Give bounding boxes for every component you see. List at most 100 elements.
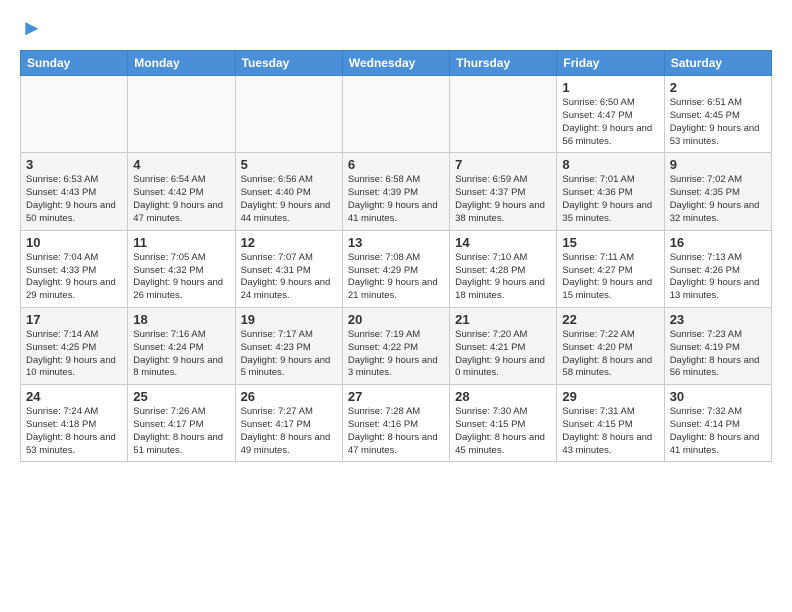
weekday-header-sunday: Sunday <box>21 51 128 76</box>
calendar-cell: 28 Sunrise: 7:30 AM Sunset: 4:15 PM Dayli… <box>450 385 557 462</box>
day-number: 4 <box>133 157 229 172</box>
weekday-header-thursday: Thursday <box>450 51 557 76</box>
day-number: 23 <box>670 312 766 327</box>
day-number: 6 <box>348 157 444 172</box>
day-number: 2 <box>670 80 766 95</box>
day-number: 1 <box>562 80 658 95</box>
day-info: Sunrise: 6:56 AM Sunset: 4:40 PM Dayligh… <box>241 174 337 225</box>
logo: ► <box>20 16 43 40</box>
calendar-cell: 21 Sunrise: 7:20 AM Sunset: 4:21 PM Dayli… <box>450 307 557 384</box>
calendar-cell: 22Sunrise: 7:22 AM Sunset: 4:20 PM Dayli… <box>557 307 664 384</box>
day-info: Sunrise: 7:07 AM Sunset: 4:31 PM Dayligh… <box>241 252 337 303</box>
day-info: Sunrise: 7:13 AM Sunset: 4:26 PM Dayligh… <box>670 252 766 303</box>
calendar-cell: 29 Sunrise: 7:31 AM Sunset: 4:15 PM Dayli… <box>557 385 664 462</box>
day-info: Sunrise: 6:58 AM Sunset: 4:39 PM Dayligh… <box>348 174 444 225</box>
day-info: Sunrise: 7:19 AM Sunset: 4:22 PM Dayligh… <box>348 329 444 380</box>
day-info: Sunrise: 7:10 AM Sunset: 4:28 PM Dayligh… <box>455 252 551 303</box>
day-number: 9 <box>670 157 766 172</box>
day-number: 27 <box>348 389 444 404</box>
day-info: Sunrise: 7:27 AM Sunset: 4:17 PM Dayligh… <box>241 406 337 457</box>
day-info: Sunrise: 6:54 AM Sunset: 4:42 PM Dayligh… <box>133 174 229 225</box>
day-number: 25 <box>133 389 229 404</box>
day-number: 14 <box>455 235 551 250</box>
calendar-cell: 18Sunrise: 7:16 AM Sunset: 4:24 PM Dayli… <box>128 307 235 384</box>
day-number: 13 <box>348 235 444 250</box>
calendar-cell: 4 Sunrise: 6:54 AM Sunset: 4:42 PM Daylig… <box>128 153 235 230</box>
calendar-cell <box>342 76 449 153</box>
calendar-cell <box>128 76 235 153</box>
day-number: 26 <box>241 389 337 404</box>
day-info: Sunrise: 7:32 AM Sunset: 4:14 PM Dayligh… <box>670 406 766 457</box>
calendar-cell: 12 Sunrise: 7:07 AM Sunset: 4:31 PM Dayli… <box>235 230 342 307</box>
page: ► SundayMondayTuesdayWednesdayThursdayFr… <box>0 0 792 478</box>
calendar-cell: 26 Sunrise: 7:27 AM Sunset: 4:17 PM Dayli… <box>235 385 342 462</box>
calendar-cell: 20 Sunrise: 7:19 AM Sunset: 4:22 PM Dayli… <box>342 307 449 384</box>
weekday-header-friday: Friday <box>557 51 664 76</box>
calendar-cell: 5 Sunrise: 6:56 AM Sunset: 4:40 PM Daylig… <box>235 153 342 230</box>
day-info: Sunrise: 6:53 AM Sunset: 4:43 PM Dayligh… <box>26 174 122 225</box>
day-info: Sunrise: 7:20 AM Sunset: 4:21 PM Dayligh… <box>455 329 551 380</box>
weekday-header-saturday: Saturday <box>664 51 771 76</box>
day-info: Sunrise: 6:59 AM Sunset: 4:37 PM Dayligh… <box>455 174 551 225</box>
calendar-cell <box>450 76 557 153</box>
calendar-cell: 15 Sunrise: 7:11 AM Sunset: 4:27 PM Dayli… <box>557 230 664 307</box>
day-info: Sunrise: 7:02 AM Sunset: 4:35 PM Dayligh… <box>670 174 766 225</box>
day-info: Sunrise: 7:05 AM Sunset: 4:32 PM Dayligh… <box>133 252 229 303</box>
day-info: Sunrise: 7:28 AM Sunset: 4:16 PM Dayligh… <box>348 406 444 457</box>
weekday-header-monday: Monday <box>128 51 235 76</box>
calendar-cell: 10Sunrise: 7:04 AM Sunset: 4:33 PM Dayli… <box>21 230 128 307</box>
header: ► <box>20 16 772 40</box>
week-row-4: 17Sunrise: 7:14 AM Sunset: 4:25 PM Dayli… <box>21 307 772 384</box>
week-row-1: 1 Sunrise: 6:50 AM Sunset: 4:47 PM Daylig… <box>21 76 772 153</box>
calendar-cell: 27 Sunrise: 7:28 AM Sunset: 4:16 PM Dayli… <box>342 385 449 462</box>
day-info: Sunrise: 7:11 AM Sunset: 4:27 PM Dayligh… <box>562 252 658 303</box>
logo-icon: ► <box>21 15 43 40</box>
week-row-2: 3 Sunrise: 6:53 AM Sunset: 4:43 PM Daylig… <box>21 153 772 230</box>
day-number: 28 <box>455 389 551 404</box>
calendar-cell <box>21 76 128 153</box>
weekday-header-wednesday: Wednesday <box>342 51 449 76</box>
day-number: 20 <box>348 312 444 327</box>
day-info: Sunrise: 7:30 AM Sunset: 4:15 PM Dayligh… <box>455 406 551 457</box>
day-number: 3 <box>26 157 122 172</box>
day-info: Sunrise: 7:01 AM Sunset: 4:36 PM Dayligh… <box>562 174 658 225</box>
day-number: 7 <box>455 157 551 172</box>
calendar-cell: 30Sunrise: 7:32 AM Sunset: 4:14 PM Dayli… <box>664 385 771 462</box>
calendar-cell: 8 Sunrise: 7:01 AM Sunset: 4:36 PM Daylig… <box>557 153 664 230</box>
day-info: Sunrise: 7:04 AM Sunset: 4:33 PM Dayligh… <box>26 252 122 303</box>
day-number: 12 <box>241 235 337 250</box>
day-info: Sunrise: 7:26 AM Sunset: 4:17 PM Dayligh… <box>133 406 229 457</box>
day-number: 15 <box>562 235 658 250</box>
calendar-cell: 13 Sunrise: 7:08 AM Sunset: 4:29 PM Dayli… <box>342 230 449 307</box>
weekday-header-tuesday: Tuesday <box>235 51 342 76</box>
calendar-cell: 1 Sunrise: 6:50 AM Sunset: 4:47 PM Daylig… <box>557 76 664 153</box>
weekday-header-row: SundayMondayTuesdayWednesdayThursdayFrid… <box>21 51 772 76</box>
day-number: 24 <box>26 389 122 404</box>
week-row-5: 24 Sunrise: 7:24 AM Sunset: 4:18 PM Dayli… <box>21 385 772 462</box>
calendar-cell: 7 Sunrise: 6:59 AM Sunset: 4:37 PM Daylig… <box>450 153 557 230</box>
calendar-cell: 19 Sunrise: 7:17 AM Sunset: 4:23 PM Dayli… <box>235 307 342 384</box>
day-info: Sunrise: 7:17 AM Sunset: 4:23 PM Dayligh… <box>241 329 337 380</box>
calendar-cell: 6 Sunrise: 6:58 AM Sunset: 4:39 PM Daylig… <box>342 153 449 230</box>
day-info: Sunrise: 7:08 AM Sunset: 4:29 PM Dayligh… <box>348 252 444 303</box>
day-number: 8 <box>562 157 658 172</box>
calendar-cell <box>235 76 342 153</box>
day-number: 19 <box>241 312 337 327</box>
calendar-cell: 14 Sunrise: 7:10 AM Sunset: 4:28 PM Dayli… <box>450 230 557 307</box>
calendar-cell: 16 Sunrise: 7:13 AM Sunset: 4:26 PM Dayli… <box>664 230 771 307</box>
day-number: 21 <box>455 312 551 327</box>
day-info: Sunrise: 6:50 AM Sunset: 4:47 PM Dayligh… <box>562 97 658 148</box>
day-number: 16 <box>670 235 766 250</box>
day-info: Sunrise: 7:31 AM Sunset: 4:15 PM Dayligh… <box>562 406 658 457</box>
calendar-cell: 25 Sunrise: 7:26 AM Sunset: 4:17 PM Dayli… <box>128 385 235 462</box>
calendar-cell: 24 Sunrise: 7:24 AM Sunset: 4:18 PM Dayli… <box>21 385 128 462</box>
calendar-cell: 11Sunrise: 7:05 AM Sunset: 4:32 PM Dayli… <box>128 230 235 307</box>
calendar-table: SundayMondayTuesdayWednesdayThursdayFrid… <box>20 50 772 462</box>
day-number: 29 <box>562 389 658 404</box>
day-number: 5 <box>241 157 337 172</box>
day-number: 17 <box>26 312 122 327</box>
day-info: Sunrise: 7:16 AM Sunset: 4:24 PM Dayligh… <box>133 329 229 380</box>
day-info: Sunrise: 7:24 AM Sunset: 4:18 PM Dayligh… <box>26 406 122 457</box>
calendar-cell: 9 Sunrise: 7:02 AM Sunset: 4:35 PM Daylig… <box>664 153 771 230</box>
calendar-cell: 17Sunrise: 7:14 AM Sunset: 4:25 PM Dayli… <box>21 307 128 384</box>
